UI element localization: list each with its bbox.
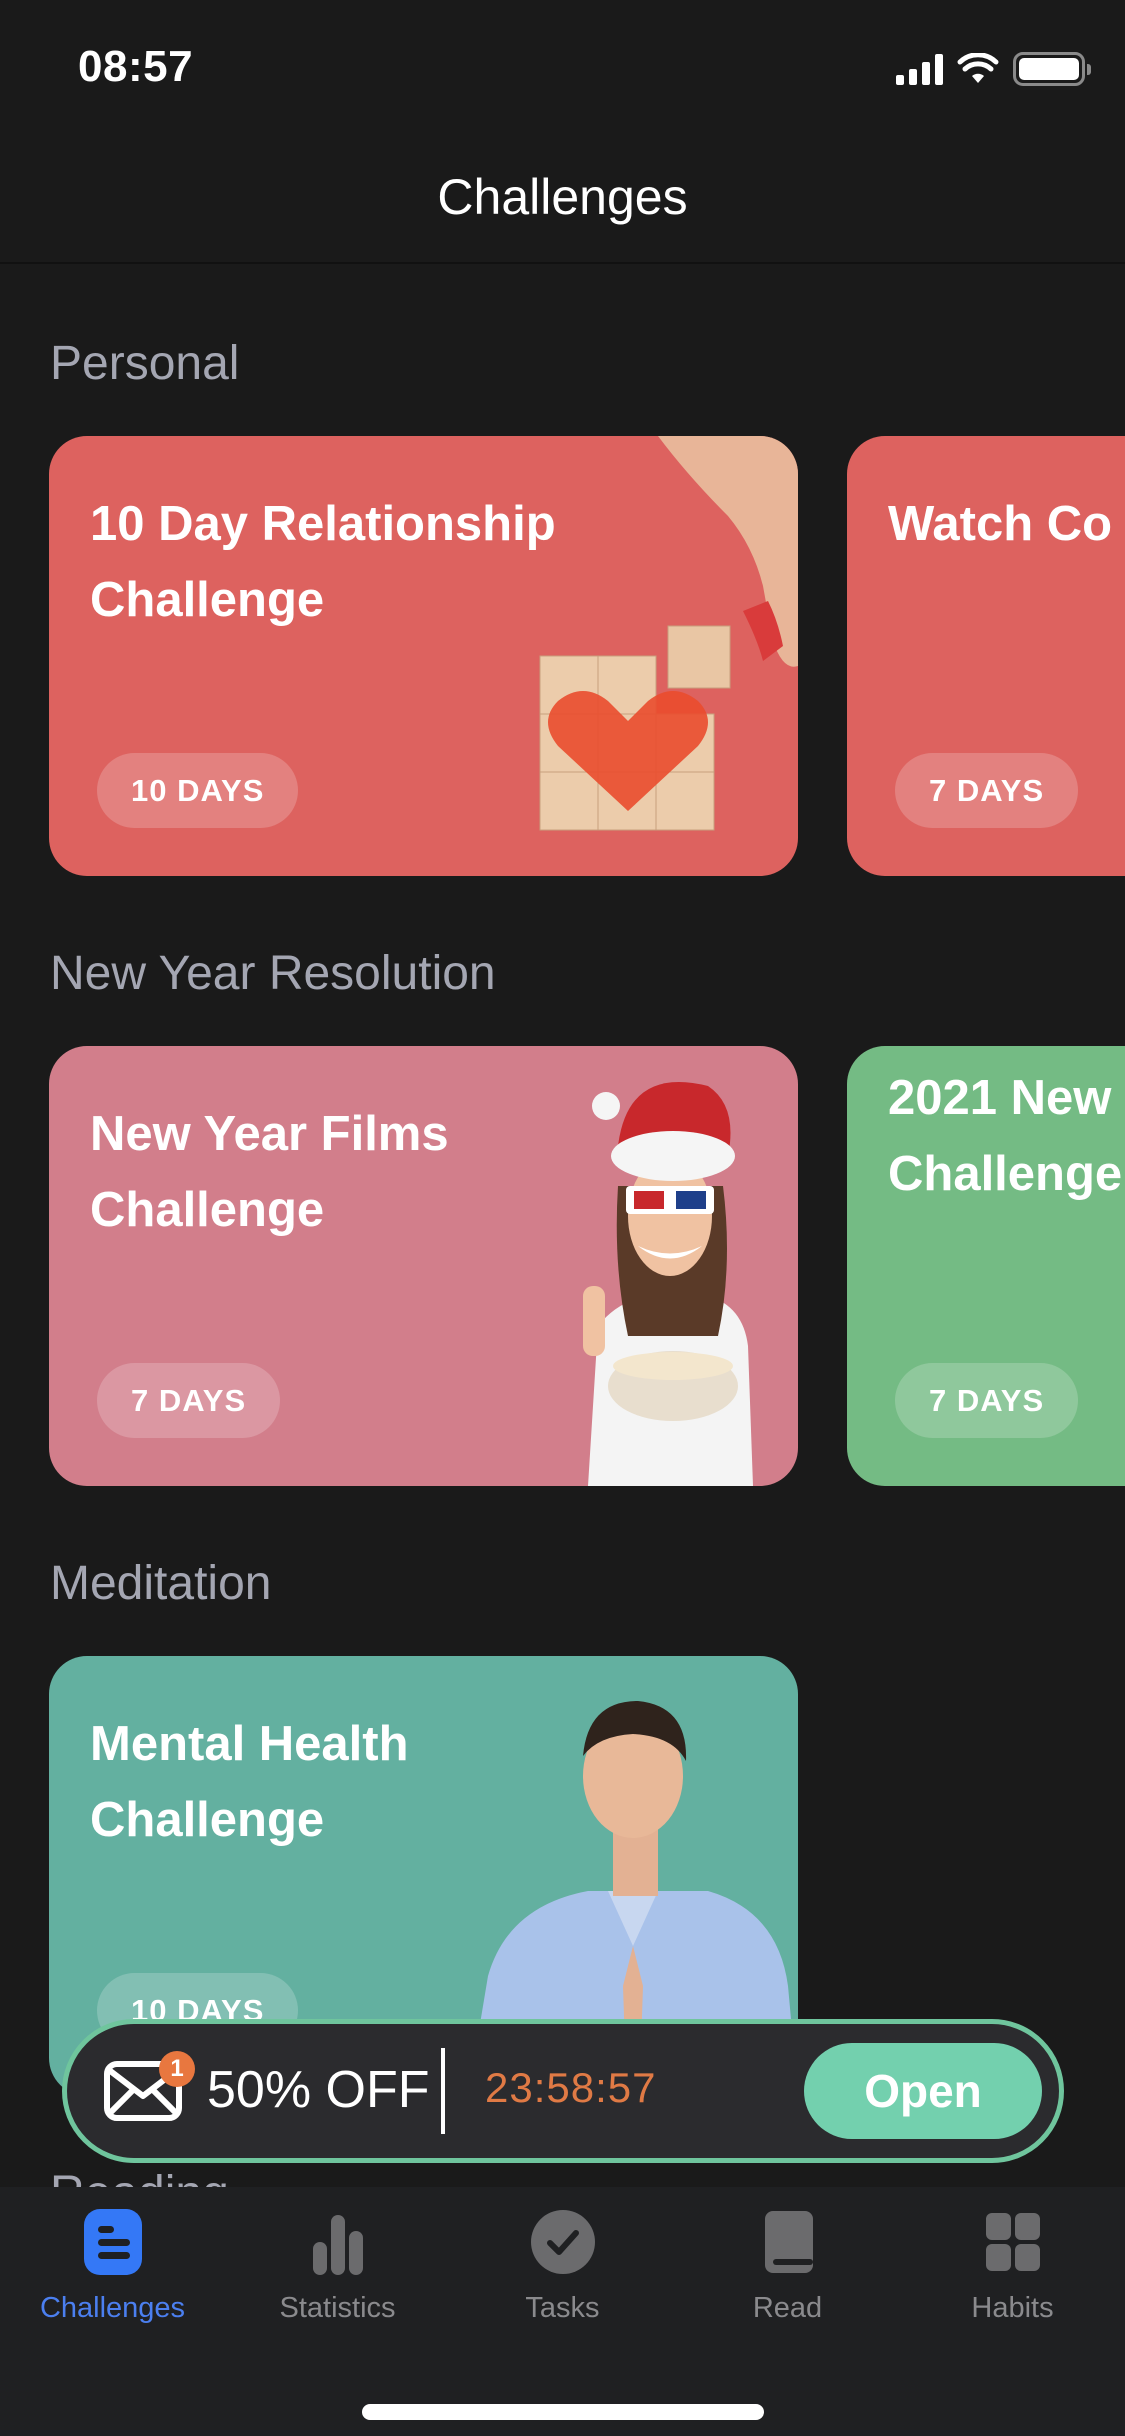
notification-badge: 1 [159, 2051, 195, 2087]
book-icon [764, 2211, 813, 2273]
section-title: Reading [50, 2166, 229, 2187]
wifi-icon [957, 53, 999, 83]
challenge-card[interactable]: New Year Films Challenge 7 DAYS [49, 1046, 798, 1486]
bar-chart-icon [312, 2215, 363, 2275]
duration-badge: 7 DAYS [895, 753, 1079, 828]
duration-badge: 10 DAYS [97, 753, 299, 828]
challenges-list[interactable]: Personal 10 Day Relationship Challenge 1… [0, 266, 1125, 2187]
tab-tasks[interactable]: Tasks [450, 2209, 675, 2329]
checkmark-circle-icon [530, 2210, 595, 2274]
tab-challenges[interactable]: Challenges [0, 2209, 225, 2329]
section-title: New Year Resolution [50, 947, 496, 1000]
section-title: Personal [50, 337, 240, 390]
offer-text: 50% OFF [207, 2061, 430, 2119]
battery-icon [1013, 52, 1091, 86]
tab-label: Tasks [525, 2292, 600, 2324]
card-carousel[interactable]: New Year Films Challenge 7 DAYS 2021 New… [0, 1046, 1125, 1486]
tab-habits[interactable]: Habits [900, 2209, 1125, 2329]
divider [441, 2048, 445, 2134]
promo-banner[interactable]: 1 50% OFF 23:58:57 Open [62, 2019, 1064, 2163]
section-title: Meditation [50, 1557, 272, 1610]
heart-puzzle-image [539, 436, 798, 831]
status-time: 08:57 [78, 42, 194, 91]
tab-label: Habits [971, 2292, 1054, 2324]
card-title: New Year Films Challenge [90, 1107, 449, 1237]
nav-header: Challenges [0, 132, 1125, 264]
card-title: Mental Health Challenge [90, 1717, 409, 1847]
page-title: Challenges [437, 169, 688, 225]
cellular-signal-icon [896, 53, 943, 85]
tab-label: Challenges [39, 2292, 186, 2324]
status-bar: 08:57 [0, 0, 1125, 132]
duration-badge: 7 DAYS [97, 1363, 281, 1438]
tab-label: Statistics [279, 2292, 396, 2324]
card-title: Watch Co [888, 497, 1113, 551]
open-button[interactable]: Open [804, 2043, 1042, 2139]
card-title: 10 Day Relationship Challenge [90, 497, 556, 627]
tab-bar: Challenges Statistics Tasks Read Habits [0, 2187, 1125, 2436]
countdown-timer: 23:58:57 [485, 2064, 657, 2111]
grid-icon [985, 2213, 1040, 2271]
card-title: 2021 New Challenge [888, 1071, 1123, 1201]
list-document-icon [83, 2209, 142, 2275]
challenge-card[interactable]: 2021 New Challenge 7 DAYS [847, 1046, 1125, 1486]
duration-badge: 7 DAYS [895, 1363, 1079, 1438]
tab-label: Read [752, 2292, 823, 2324]
challenge-card[interactable]: Watch Co 7 DAYS [847, 436, 1125, 876]
status-icons [896, 52, 1091, 86]
challenge-card[interactable]: 10 Day Relationship Challenge 10 DAYS [49, 436, 798, 876]
home-indicator[interactable] [362, 2404, 764, 2420]
tab-read[interactable]: Read [675, 2209, 900, 2329]
card-carousel[interactable]: 10 Day Relationship Challenge 10 DAYS Wa… [0, 436, 1125, 876]
tab-statistics[interactable]: Statistics [225, 2209, 450, 2329]
